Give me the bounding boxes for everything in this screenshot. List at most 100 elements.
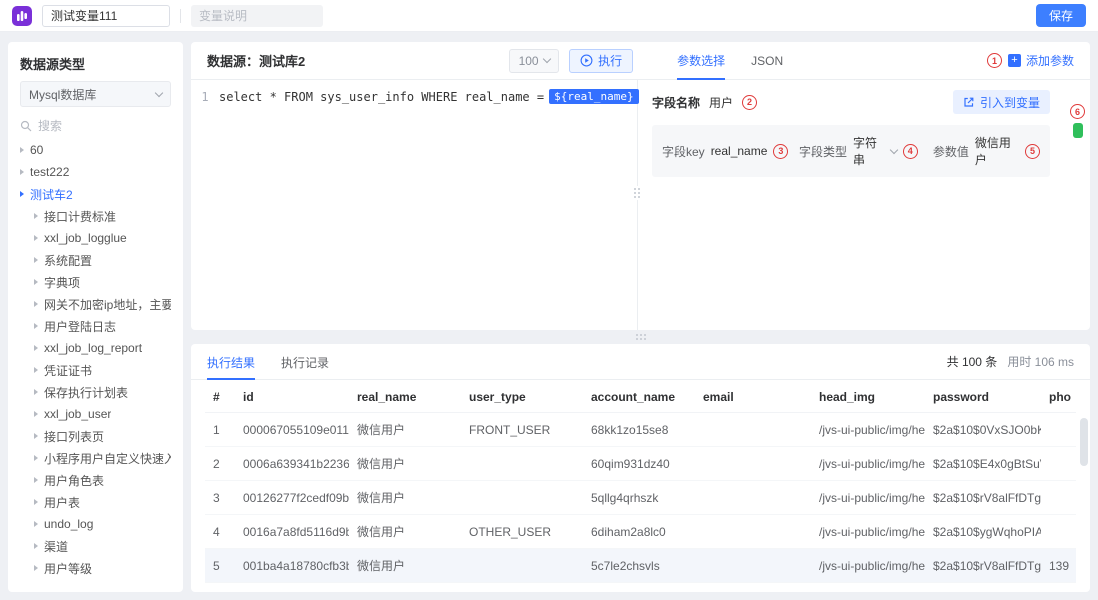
- expand-arrow-icon[interactable]: [34, 411, 38, 417]
- annotation-6: 6: [1070, 104, 1085, 119]
- tree-item[interactable]: 凭证证书: [20, 359, 171, 381]
- table-cell: $2a$10$ygWqhoPIA0o...: [925, 515, 1041, 549]
- tree-item[interactable]: 小程序用户自定义快速入: [20, 447, 171, 469]
- tab-exec-history[interactable]: 执行记录: [281, 344, 329, 380]
- table-cell: 微信用户: [349, 515, 461, 549]
- limit-select[interactable]: 100: [509, 49, 559, 73]
- table-row[interactable]: 5001ba4a18780cfb3b56...微信用户5c7le2chsvls/…: [205, 549, 1076, 583]
- table-cell: 0016a7a8fd5116d9bf0...: [235, 515, 349, 549]
- tree-item[interactable]: xxl_job_log_report: [20, 337, 171, 359]
- tree-item[interactable]: 接口计费标准: [20, 205, 171, 227]
- datasource-label: 数据源：测试库2: [207, 51, 305, 70]
- tree-item[interactable]: 网关不加密ip地址，主要J: [20, 293, 171, 315]
- tree-item[interactable]: 测试车2: [20, 183, 171, 205]
- panel-resize-handle-horizontal[interactable]: [191, 330, 1090, 344]
- param-value-input[interactable]: 微信用户: [975, 134, 1019, 168]
- tree-item-label: 字典项: [44, 274, 80, 291]
- tree-item[interactable]: 字典项: [20, 271, 171, 293]
- tree-item[interactable]: xxl_job_logglue: [20, 227, 171, 249]
- tree-item[interactable]: 邀请用户待审核: [20, 579, 171, 580]
- table-cell: 001ba4a18780cfb3b56...: [235, 549, 349, 583]
- run-button[interactable]: 执行: [569, 49, 633, 73]
- variable-name-input[interactable]: [42, 5, 170, 27]
- save-button[interactable]: 保存: [1036, 4, 1086, 27]
- sql-editor[interactable]: 1 select * FROM sys_user_info WHERE real…: [191, 80, 638, 330]
- expand-arrow-icon[interactable]: [34, 367, 38, 373]
- total-count-label: 共 100 条: [947, 353, 998, 370]
- tree-item[interactable]: 渠道: [20, 535, 171, 557]
- search-input[interactable]: [38, 119, 148, 133]
- expand-arrow-icon[interactable]: [34, 543, 38, 549]
- table-cell: $2a$10$rV8alFfDTg6...: [925, 549, 1041, 583]
- expand-arrow-icon[interactable]: [34, 345, 38, 351]
- expand-arrow-icon[interactable]: [34, 279, 38, 285]
- search-box[interactable]: [20, 115, 171, 137]
- tree-item[interactable]: 用户等级: [20, 557, 171, 579]
- expand-arrow-icon[interactable]: [34, 499, 38, 505]
- expand-arrow-icon[interactable]: [34, 213, 38, 219]
- field-type-select[interactable]: 字符串: [853, 134, 885, 168]
- table-scrollbar[interactable]: [1080, 418, 1088, 580]
- tab-exec-result[interactable]: 执行结果: [207, 344, 255, 380]
- chevron-down-icon: [890, 145, 898, 153]
- table-cell: 00126277f2cedf09bdfa...: [235, 481, 349, 515]
- table-row[interactable]: 20006a639341b2236bb...微信用户60qim931dz40/j…: [205, 447, 1076, 481]
- table-cell: 5: [205, 549, 235, 583]
- table-row[interactable]: 6001c0df348a1c4f6c6f4...微信用户5xaw9jwi8utc…: [205, 583, 1076, 593]
- table-cell: [461, 583, 583, 593]
- expand-arrow-icon[interactable]: [34, 389, 38, 395]
- tree-item[interactable]: 60: [20, 139, 171, 161]
- expand-arrow-icon[interactable]: [34, 301, 38, 307]
- datasource-type-select[interactable]: Mysql数据库: [20, 81, 171, 107]
- table-cell: 5c7le2chsvls: [583, 549, 695, 583]
- table-cell: $2a$10$E4x0gBtSuV...: [925, 447, 1041, 481]
- tab-json[interactable]: JSON: [751, 42, 783, 80]
- expand-arrow-icon[interactable]: [34, 565, 38, 571]
- import-to-variable-button[interactable]: 引入到变量: [953, 90, 1050, 114]
- tree-item-label: xxl_job_user: [44, 407, 111, 421]
- tree-item-label: 用户表: [44, 494, 80, 511]
- expand-arrow-icon[interactable]: [34, 521, 38, 527]
- tree-item[interactable]: 保存执行计划表: [20, 381, 171, 403]
- tree-item[interactable]: 系统配置: [20, 249, 171, 271]
- datasource-tree: 60 test222测试车2接口计费标准xxl_job_logglue系统配置字典…: [20, 139, 171, 580]
- tree-item[interactable]: 接口列表页: [20, 425, 171, 447]
- expand-arrow-icon[interactable]: [20, 147, 24, 153]
- expand-arrow-icon[interactable]: [20, 191, 24, 197]
- table-cell: /jvs-ui-public/img/headl...: [811, 481, 925, 515]
- app-logo-icon: [12, 6, 32, 26]
- param-value-label: 参数值: [933, 143, 969, 160]
- tab-param-select[interactable]: 参数选择: [677, 42, 725, 80]
- tree-item-label: 用户角色表: [44, 472, 104, 489]
- field-type-group: 字段类型 字符串 4: [799, 134, 918, 168]
- table-row[interactable]: 1000067055109e0110e...微信用户FRONT_USER68kk…: [205, 413, 1076, 447]
- expand-arrow-icon[interactable]: [34, 455, 38, 461]
- variable-desc-input[interactable]: [191, 5, 323, 27]
- tree-item[interactable]: undo_log: [20, 513, 171, 535]
- param-panel: 字段名称 用户 2 引入到变量 字段key real_name 3: [638, 80, 1090, 330]
- expand-arrow-icon[interactable]: [34, 477, 38, 483]
- table-cell: 6diham2a8lc0: [583, 515, 695, 549]
- sql-variable-chip[interactable]: ${real_name}: [549, 89, 638, 104]
- tree-item[interactable]: xxl_job_user: [20, 403, 171, 425]
- expand-arrow-icon[interactable]: [34, 323, 38, 329]
- table-cell: [695, 515, 811, 549]
- column-header: head_img: [811, 380, 925, 413]
- table-row[interactable]: 300126277f2cedf09bdfa...微信用户5qllg4qrhszk…: [205, 481, 1076, 515]
- expand-arrow-icon[interactable]: [20, 169, 24, 175]
- tree-item[interactable]: 用户角色表: [20, 469, 171, 491]
- sql-code-line: 1 select * FROM sys_user_info WHERE real…: [191, 89, 637, 104]
- green-indicator-icon[interactable]: [1073, 123, 1083, 138]
- table-row[interactable]: 40016a7a8fd5116d9bf0...微信用户OTHER_USER6di…: [205, 515, 1076, 549]
- table-cell: OTHER_USER: [461, 515, 583, 549]
- tree-item[interactable]: test222: [20, 161, 171, 183]
- expand-arrow-icon[interactable]: [34, 235, 38, 241]
- play-circle-icon: [580, 54, 593, 67]
- tree-item[interactable]: 用户登陆日志: [20, 315, 171, 337]
- tree-item-label: 60: [30, 143, 43, 157]
- expand-arrow-icon[interactable]: [34, 257, 38, 263]
- tree-item[interactable]: 用户表: [20, 491, 171, 513]
- add-param-button[interactable]: + 添加参数: [1008, 52, 1074, 69]
- scrollbar-thumb[interactable]: [1080, 418, 1088, 466]
- expand-arrow-icon[interactable]: [34, 433, 38, 439]
